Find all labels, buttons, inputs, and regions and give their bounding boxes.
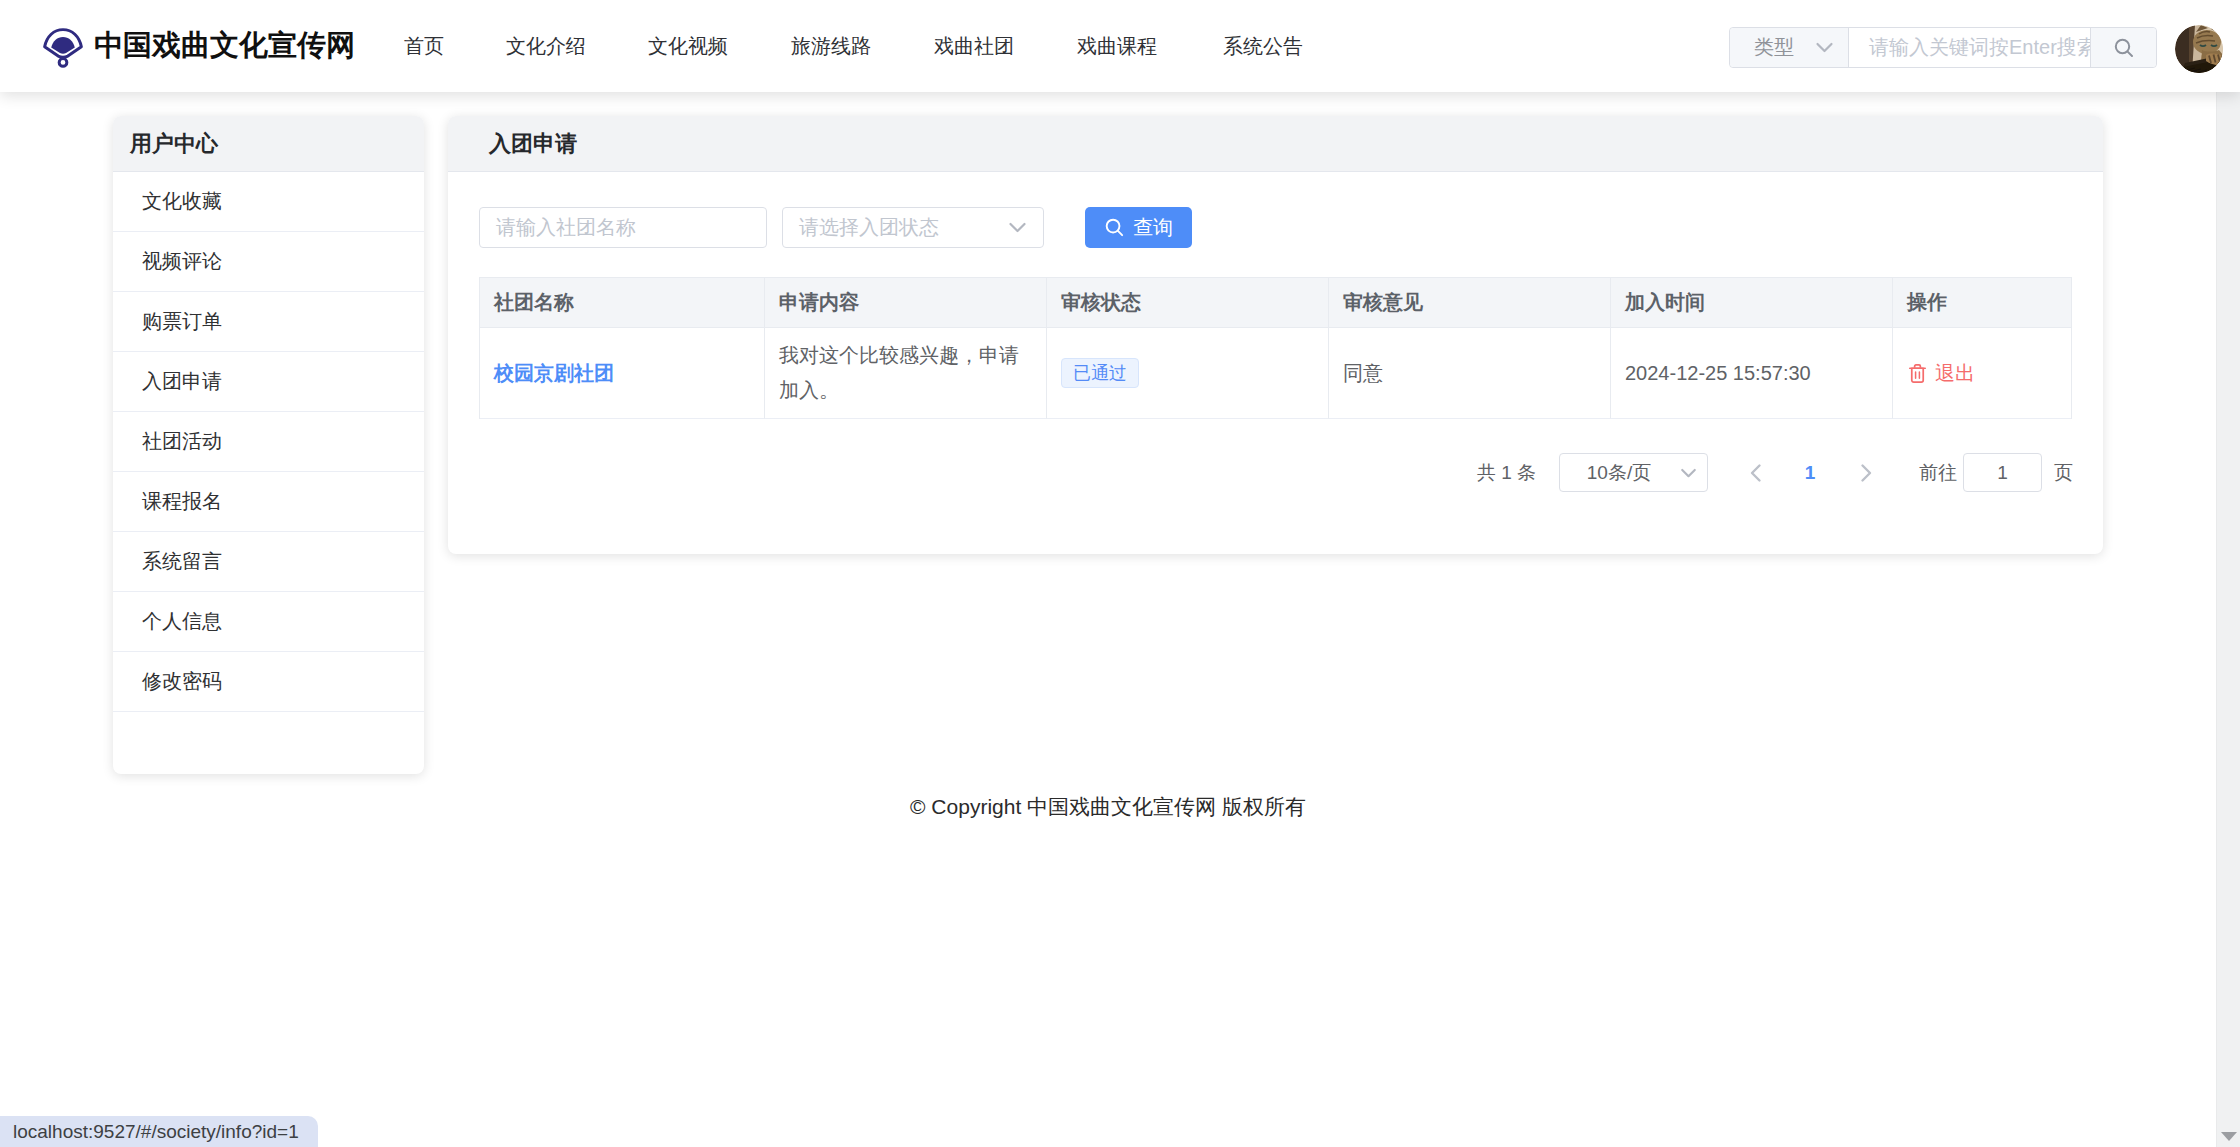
society-name-link[interactable]: 校园京剧社团 (494, 360, 614, 387)
sidebar-item-system-messages[interactable]: 系统留言 (113, 532, 424, 592)
pagination: 共 1 条 10条/页 1 前往 1 页 (448, 453, 2072, 492)
query-button-label: 查询 (1133, 214, 1173, 241)
society-name-input[interactable]: 请输入社团名称 (479, 207, 767, 248)
col-review-status: 审核状态 (1047, 278, 1329, 328)
chevron-down-icon (1008, 221, 1027, 235)
col-actions: 操作 (1893, 278, 2071, 328)
global-search-input[interactable]: 请输入关键词按Enter搜索 (1849, 28, 2090, 67)
opera-fan-logo-icon (42, 25, 84, 71)
pagination-total: 共 1 条 (1477, 453, 1536, 492)
panel-body: 请输入社团名称 请选择入团状态 查询 社团名称 申请内容 审核状态 审核意见 加… (448, 172, 2103, 554)
nav-item-opera-course[interactable]: 戏曲课程 (1077, 0, 1157, 92)
col-join-time: 加入时间 (1611, 278, 1893, 328)
cat-avatar-image (2175, 25, 2223, 73)
page: 中国戏曲文化宣传网 首页 文化介绍 文化视频 旅游线路 戏曲社团 戏曲课程 系统… (0, 0, 2240, 1147)
user-center-sidebar: 用户中心 文化收藏 视频评论 购票订单 入团申请 社团活动 课程报名 系统留言 … (113, 116, 424, 774)
cell-join-time: 2024-12-25 15:57:30 (1611, 328, 1893, 419)
nav-item-travel-routes[interactable]: 旅游线路 (791, 0, 871, 92)
review-opinion-text: 同意 (1343, 360, 1383, 387)
trash-icon[interactable] (1907, 363, 1928, 384)
page-size-select[interactable]: 10条/页 (1559, 453, 1708, 492)
cell-apply-content: 我对这个比较感兴趣，申请加入。 (765, 328, 1047, 419)
global-search-group: 类型 请输入关键词按Enter搜索 (1729, 27, 2157, 68)
apply-content-text: 我对这个比较感兴趣，申请加入。 (779, 338, 1032, 408)
content-scrollbar[interactable] (2216, 92, 2240, 1147)
brand[interactable]: 中国戏曲文化宣传网 (42, 0, 355, 92)
user-avatar[interactable] (2175, 25, 2223, 73)
search-type-select[interactable]: 类型 (1730, 28, 1849, 67)
copyright-footer: © Copyright 中国戏曲文化宣传网 版权所有 (0, 793, 2216, 821)
page-unit-label: 页 (2054, 453, 2073, 492)
sidebar-item-change-password[interactable]: 修改密码 (113, 652, 424, 712)
sidebar-item-personal-info[interactable]: 个人信息 (113, 592, 424, 652)
sidebar-item-course-enrollment[interactable]: 课程报名 (113, 472, 424, 532)
col-society-name: 社团名称 (480, 278, 765, 328)
global-search-button[interactable] (2090, 28, 2156, 67)
sidebar-title: 用户中心 (113, 116, 424, 172)
nav-item-culture-video[interactable]: 文化视频 (648, 0, 728, 92)
join-status-placeholder: 请选择入团状态 (799, 208, 939, 247)
search-icon (1104, 217, 1125, 238)
goto-page-input[interactable]: 1 (1963, 453, 2042, 492)
sidebar-item-culture-collection[interactable]: 文化收藏 (113, 172, 424, 232)
nav-item-opera-society[interactable]: 戏曲社团 (934, 0, 1014, 92)
quit-action-link[interactable]: 退出 (1935, 360, 1975, 387)
col-apply-content: 申请内容 (765, 278, 1047, 328)
status-badge: 已通过 (1061, 358, 1139, 388)
chevron-down-icon (1680, 467, 1697, 480)
page-size-value: 10条/页 (1560, 454, 1678, 491)
nav-item-home[interactable]: 首页 (404, 0, 444, 92)
sidebar-item-society-activities[interactable]: 社团活动 (113, 412, 424, 472)
panel-title: 入团申请 (448, 116, 2103, 172)
applications-table: 社团名称 申请内容 审核状态 审核意见 加入时间 操作 校园京剧社团 我对这个比… (479, 277, 2072, 419)
join-status-select[interactable]: 请选择入团状态 (782, 207, 1044, 248)
sidebar-item-video-comments[interactable]: 视频评论 (113, 232, 424, 292)
query-button[interactable]: 查询 (1085, 207, 1192, 248)
top-navigation-bar: 中国戏曲文化宣传网 首页 文化介绍 文化视频 旅游线路 戏曲社团 戏曲课程 系统… (0, 0, 2240, 92)
global-search-placeholder: 请输入关键词按Enter搜索 (1869, 28, 2090, 67)
page-number-1[interactable]: 1 (1796, 453, 1824, 492)
nav-item-system-notice[interactable]: 系统公告 (1223, 0, 1303, 92)
scrollbar-down-arrow-icon[interactable] (2221, 1132, 2237, 1141)
site-title: 中国戏曲文化宣传网 (94, 26, 355, 66)
next-page-button[interactable] (1852, 453, 1880, 492)
nav-item-culture-intro[interactable]: 文化介绍 (506, 0, 586, 92)
sidebar-item-ticket-orders[interactable]: 购票订单 (113, 292, 424, 352)
society-name-placeholder: 请输入社团名称 (496, 208, 636, 247)
col-review-opinion: 审核意见 (1329, 278, 1611, 328)
search-type-placeholder: 类型 (1754, 28, 1794, 67)
table-row: 校园京剧社团 我对这个比较感兴趣，申请加入。 已通过 同意 2024-12-25… (480, 328, 2071, 419)
cell-review-status: 已通过 (1047, 328, 1329, 419)
search-icon (2113, 37, 2135, 59)
cell-actions: 退出 (1893, 328, 2071, 419)
sidebar-item-join-applications[interactable]: 入团申请 (113, 352, 424, 412)
cell-society-name: 校园京剧社团 (480, 328, 765, 419)
chevron-down-icon (1815, 41, 1834, 55)
browser-status-bubble: localhost:9527/#/society/info?id=1 (0, 1116, 318, 1147)
goto-label: 前往 (1919, 453, 1957, 492)
cell-review-opinion: 同意 (1329, 328, 1611, 419)
table-header-row: 社团名称 申请内容 审核状态 审核意见 加入时间 操作 (480, 278, 2071, 328)
status-url: localhost:9527/#/society/info?id=1 (0, 1116, 318, 1147)
chevron-right-icon (1860, 463, 1873, 483)
prev-page-button[interactable] (1741, 453, 1769, 492)
join-application-panel: 入团申请 请输入社团名称 请选择入团状态 查询 社团名称 申请内容 审核状态 审… (448, 116, 2103, 554)
join-time-text: 2024-12-25 15:57:30 (1625, 362, 1811, 385)
chevron-left-icon (1749, 463, 1762, 483)
